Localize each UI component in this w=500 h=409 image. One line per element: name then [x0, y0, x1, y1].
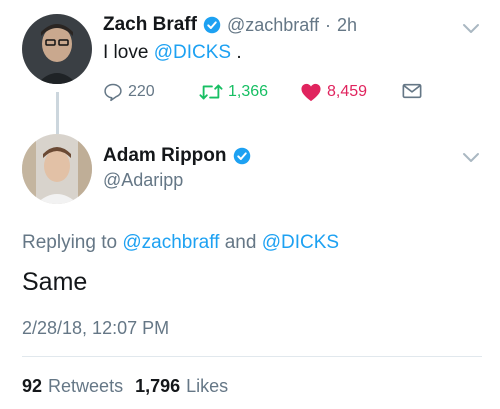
verified-badge-icon — [203, 16, 221, 34]
reply-tweet-text: Same — [22, 268, 88, 296]
avatar-adam-rippon[interactable] — [22, 134, 92, 204]
reply-icon — [104, 83, 122, 102]
retweet-total[interactable]: 92 — [22, 376, 42, 397]
replying-to-line: Replying to @zachbraff and @DICKS — [22, 232, 339, 254]
replying-prefix: Replying to — [22, 232, 123, 253]
direct-message-icon — [402, 83, 422, 99]
reply-action[interactable]: 220 — [103, 82, 155, 102]
chevron-down-icon[interactable] — [462, 23, 480, 35]
reply-tweet-header: Adam Rippon — [103, 145, 251, 167]
parent-handle[interactable]: @zachbraff — [227, 15, 319, 36]
thread-connector-line — [56, 92, 59, 134]
parent-time[interactable]: 2h — [337, 15, 357, 36]
replying-user-zachbraff[interactable]: @zachbraff — [122, 232, 219, 253]
heart-icon — [301, 83, 321, 102]
reply-display-name[interactable]: Adam Rippon — [103, 145, 227, 167]
tweet-stats: 92 Retweets 1,796 Likes — [22, 376, 228, 397]
replying-and: and — [219, 232, 262, 253]
mention-link[interactable]: @DICKS — [154, 42, 231, 63]
reply-handle[interactable]: @Adaripp — [103, 170, 183, 191]
separator-dot: · — [324, 14, 331, 35]
replying-user-dicks[interactable]: @DICKS — [262, 232, 339, 253]
like-total[interactable]: 1,796 — [135, 376, 180, 397]
retweets-label[interactable]: Retweets — [48, 376, 123, 397]
verified-badge-icon — [233, 147, 250, 165]
likes-label[interactable]: Likes — [186, 376, 228, 397]
parent-text-suffix: . — [231, 42, 242, 63]
retweet-action[interactable]: 1,366 — [199, 82, 268, 102]
chevron-down-icon[interactable] — [462, 152, 480, 164]
avatar-zach-braff[interactable] — [22, 14, 92, 84]
reply-count: 220 — [128, 83, 155, 100]
parent-tweet-text: I love @DICKS . — [103, 42, 242, 64]
like-action[interactable]: 8,459 — [300, 82, 367, 102]
retweet-count: 1,366 — [228, 83, 269, 100]
parent-text-prefix: I love — [103, 42, 154, 63]
retweet-icon — [199, 84, 223, 100]
tweet-timestamp[interactable]: 2/28/18, 12:07 PM — [22, 318, 169, 339]
parent-display-name[interactable]: Zach Braff — [103, 14, 197, 36]
like-count: 8,459 — [327, 83, 368, 100]
parent-tweet-header: Zach Braff @zachbraff · 2h — [103, 14, 357, 36]
stats-divider — [22, 356, 482, 357]
direct-message-action[interactable] — [402, 82, 422, 100]
